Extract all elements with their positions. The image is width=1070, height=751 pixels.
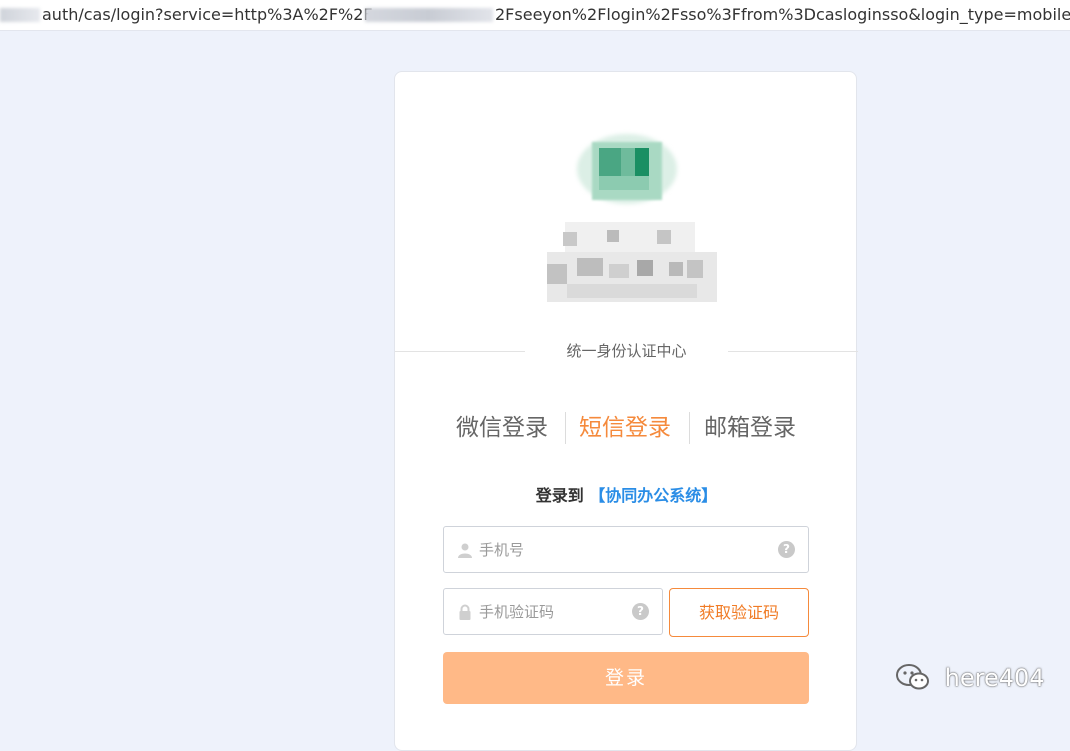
organization-logo [537,102,722,302]
system-name: 【协同办公系统】 [589,486,718,505]
login-target: 登录到 【协同办公系统】 [395,485,858,507]
watermark: here404 [895,659,1045,695]
help-icon[interactable]: ? [632,603,649,620]
sms-code-input[interactable] [479,589,627,634]
lock-icon [459,604,471,620]
phone-input[interactable] [479,527,773,572]
login-to-prefix: 登录到 [535,486,584,505]
user-icon [458,543,472,558]
sms-code-field[interactable]: ? [443,588,663,635]
tab-email-login[interactable]: 邮箱登录 [704,408,796,448]
tab-separator [689,412,690,444]
login-button[interactable]: 登录 [443,652,809,704]
help-icon[interactable]: ? [778,541,795,558]
watermark-text: here404 [944,664,1045,692]
get-code-button[interactable]: 获取验证码 [669,588,809,637]
tab-sms-login[interactable]: 短信登录 [579,408,671,448]
url-text-end: 2Fseeyon%2Flogin%2Fsso%3Ffrom%3Dcaslogin… [495,5,1070,24]
login-card: 统一身份认证中心 微信登录 短信登录 邮箱登录 登录到 【协同办公系统】 ? ?… [394,71,858,751]
phone-field[interactable]: ? [443,526,809,573]
tab-wechat-login[interactable]: 微信登录 [456,408,548,448]
login-method-tabs: 微信登录 短信登录 邮箱登录 [395,408,858,448]
url-redacted-segment [0,8,40,22]
url-text-start: auth/cas/login?service=http%3A%2F%2F [42,5,373,24]
address-bar[interactable]: auth/cas/login?service=http%3A%2F%2F 2Fs… [0,0,1070,31]
wechat-icon [896,664,929,690]
url-redacted-segment [365,8,493,22]
tab-separator [565,412,566,444]
auth-center-title: 统一身份认证中心 [566,342,687,360]
